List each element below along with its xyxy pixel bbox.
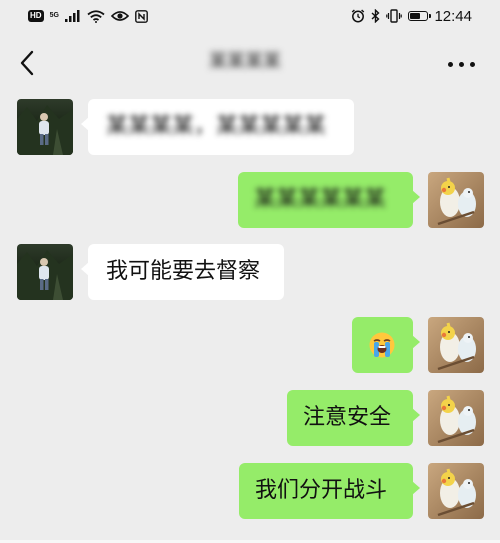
contact-avatar[interactable]	[17, 244, 73, 300]
my-avatar[interactable]	[428, 317, 484, 373]
vibrate-icon	[386, 9, 403, 23]
message-bubble-outgoing[interactable]: 注意安全	[287, 390, 420, 446]
status-right-icons: 12:44	[351, 6, 472, 26]
bluetooth-icon	[371, 9, 380, 23]
message-text: 我可能要去督察	[106, 259, 261, 284]
message-bubble-outgoing[interactable]: 我们分开战斗	[239, 463, 420, 519]
my-avatar[interactable]	[428, 390, 484, 446]
signal-bars-icon	[64, 10, 80, 22]
loudly-crying-face-icon	[369, 332, 395, 358]
message-text: 某某某某，某某某某某	[106, 114, 327, 139]
my-avatar[interactable]	[428, 463, 484, 519]
battery-icon	[408, 11, 432, 21]
more-button[interactable]	[448, 56, 476, 70]
status-time: 12:44	[434, 7, 472, 25]
message-text: 我们分开战斗	[255, 478, 388, 503]
status-bar: HD 5G 12:44	[0, 0, 500, 34]
network-type-label: 5G	[49, 12, 59, 19]
message-bubble-outgoing[interactable]	[352, 317, 420, 373]
message-bubble-incoming[interactable]: 某某某某，某某某某某	[81, 99, 354, 155]
message-bubble-outgoing[interactable]: 某某某某某某	[238, 172, 420, 228]
back-button[interactable]	[16, 48, 40, 78]
chat-title: 某某某某	[209, 51, 281, 72]
wifi-icon	[87, 9, 105, 23]
message-text: 某某某某某某	[254, 187, 387, 212]
more-dots-icon	[448, 62, 453, 67]
contact-avatar[interactable]	[17, 99, 73, 155]
alarm-icon	[352, 9, 365, 23]
chat-header: 某某某某	[0, 34, 500, 92]
nfc-icon	[135, 9, 148, 23]
message-bubble-incoming[interactable]: 我可能要去督察	[81, 244, 284, 300]
hd-badge: HD	[28, 10, 44, 22]
eye-icon	[110, 11, 129, 21]
my-avatar[interactable]	[428, 172, 484, 228]
message-text: 注意安全	[303, 405, 392, 430]
chevron-left-icon	[20, 50, 34, 76]
status-left-icons: HD 5G	[28, 8, 148, 24]
